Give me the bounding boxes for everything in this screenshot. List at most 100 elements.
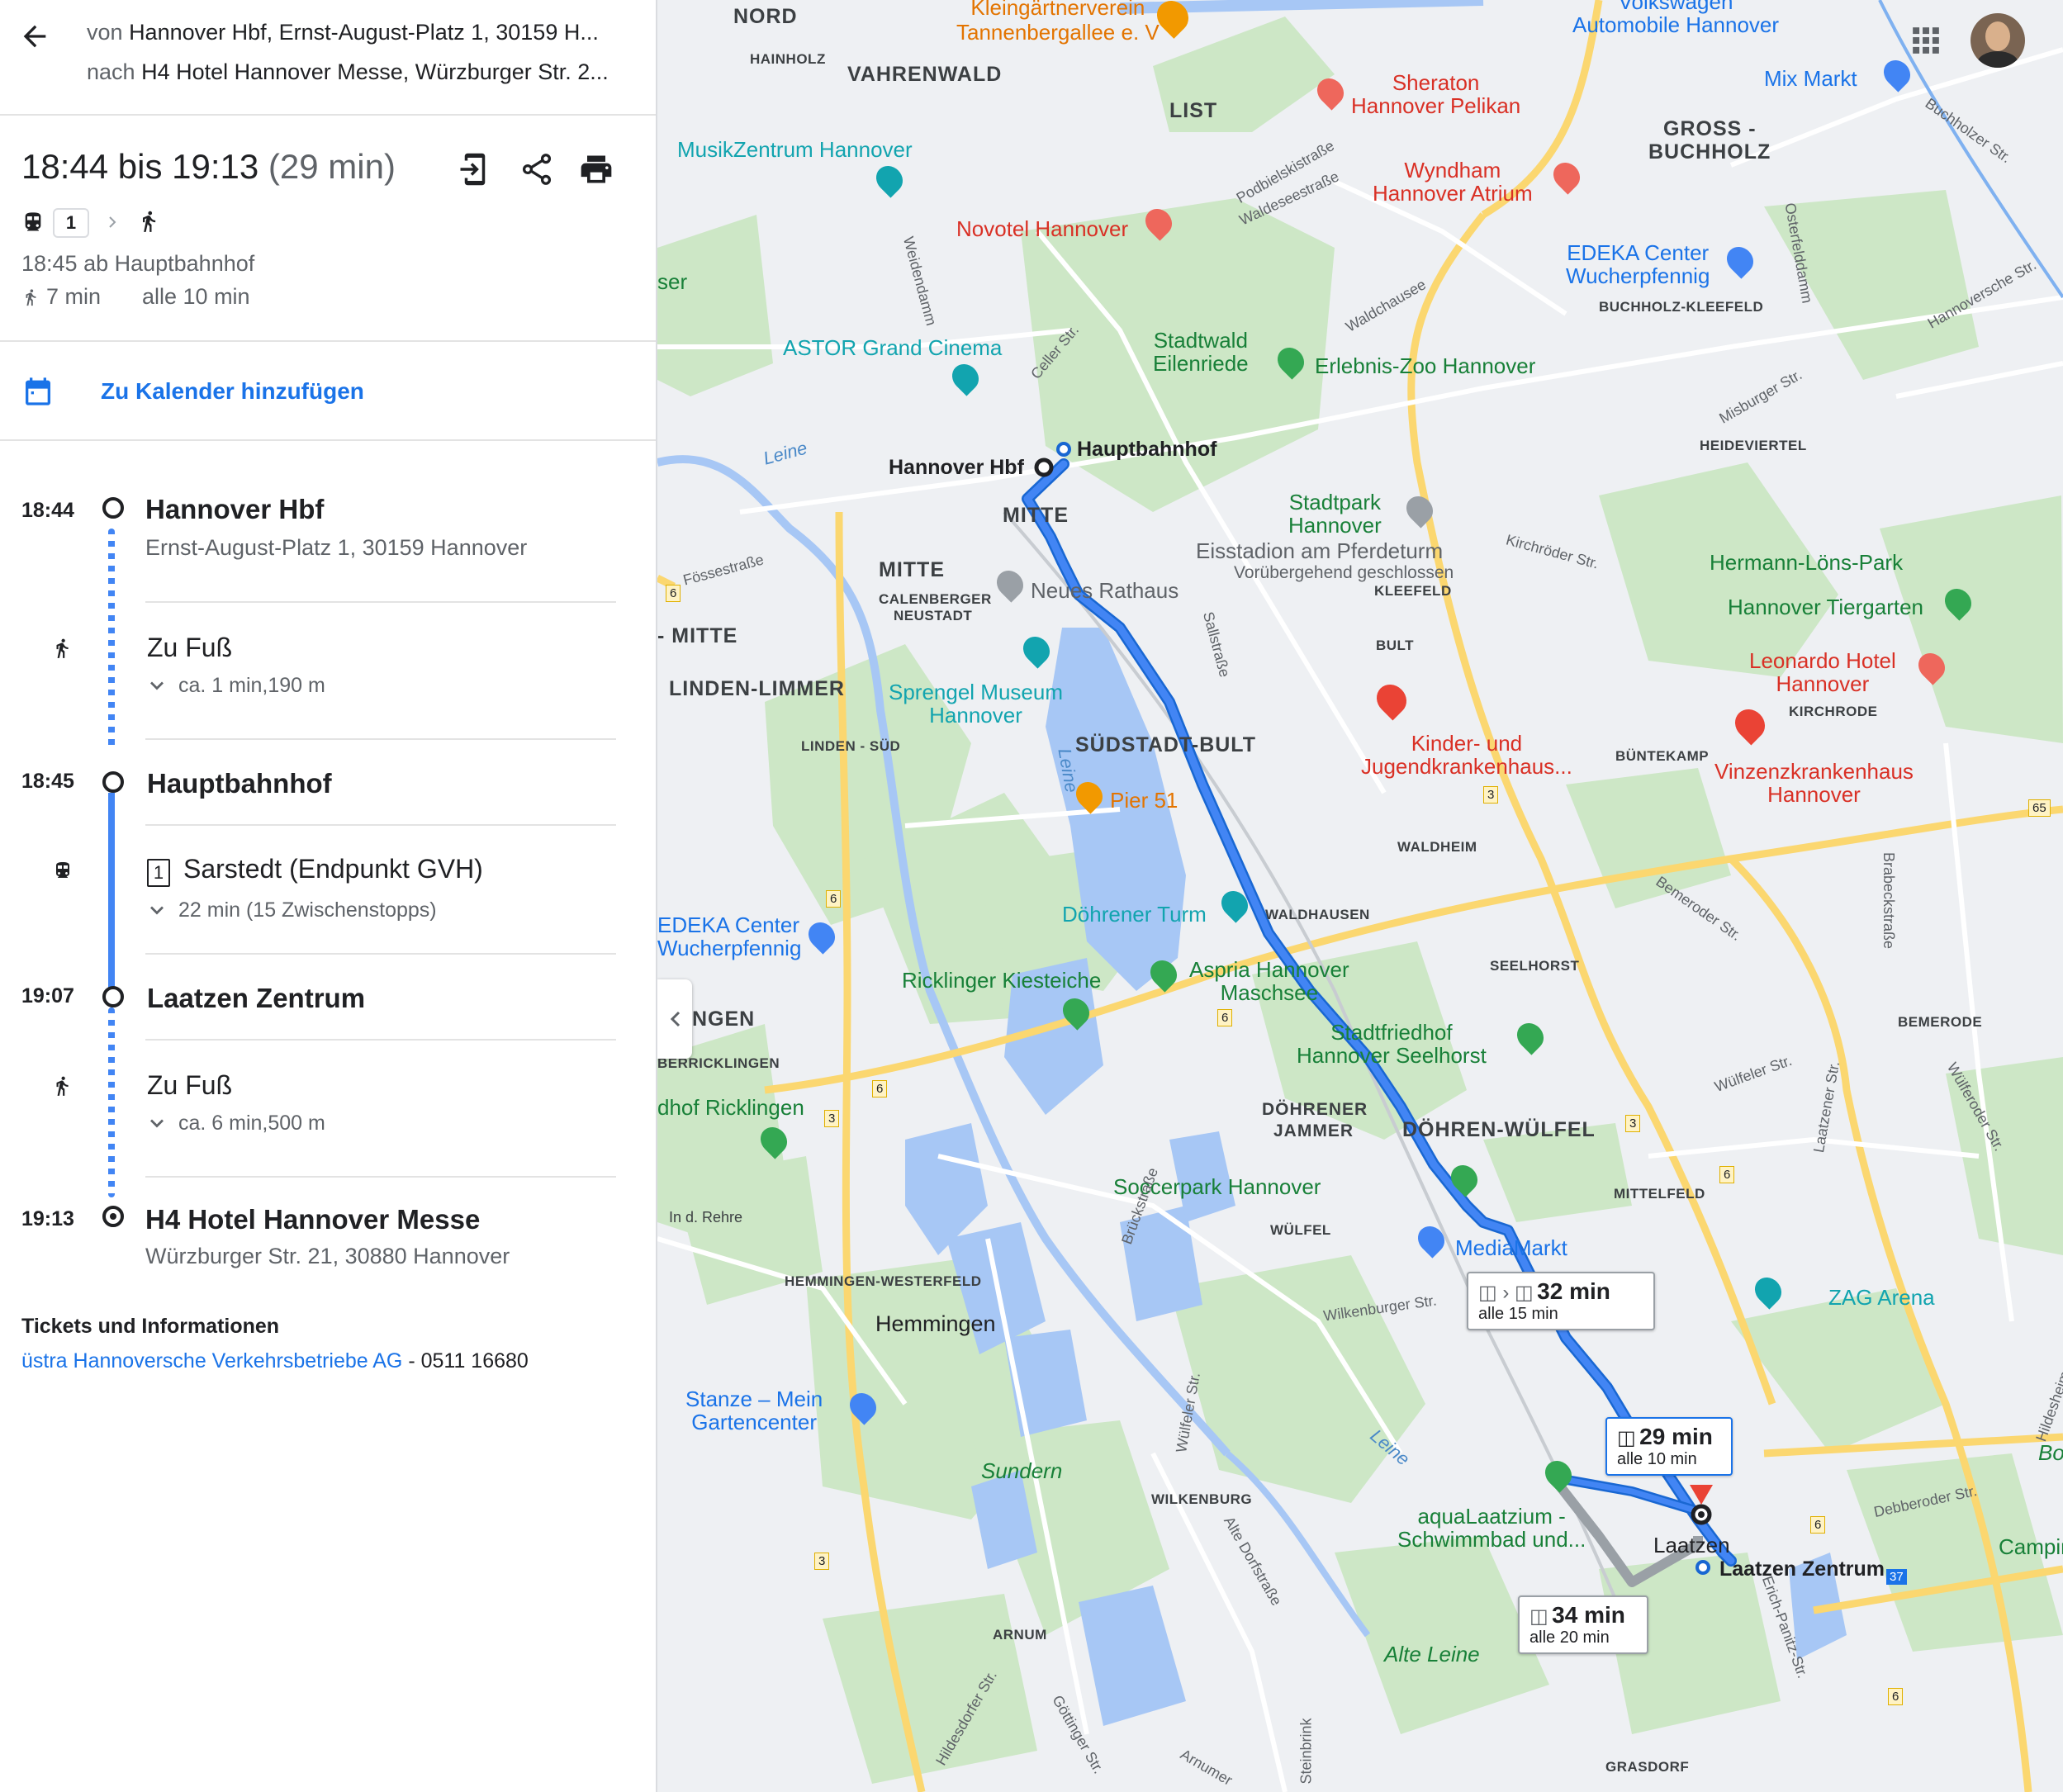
road-number: 3 <box>1483 786 1499 804</box>
map-label: BUCHHOLZ-KLEEFELD <box>1599 299 1764 315</box>
walk-icon <box>56 638 69 658</box>
poi-novotel[interactable]: Novotel Hannover <box>956 216 1128 242</box>
line-badge: 1 <box>147 859 170 887</box>
poi-aspria[interactable]: Aspria Hannover Maschsee <box>1189 958 1349 1004</box>
poi-pier51[interactable]: Pier 51 <box>1110 788 1178 813</box>
poi-kinderkrankenhaus[interactable]: Kinder- und Jugendkrankenhaus... <box>1361 732 1572 778</box>
stop-address: Ernst-August-Platz 1, 30159 Hannover <box>145 535 528 560</box>
road-number: 6 <box>666 585 681 602</box>
walk-duration: 7 min <box>46 284 102 309</box>
avatar[interactable] <box>1971 13 2025 68</box>
poi-rathaus[interactable]: Neues Rathaus <box>1031 578 1179 604</box>
map-label: NGEN <box>692 1007 756 1031</box>
road-number: 6 <box>1217 1009 1233 1026</box>
map-station-label[interactable]: Hauptbahnhof <box>1077 438 1216 462</box>
segment-details[interactable]: ca. 1 min,190 m <box>178 674 325 698</box>
poi-stadtfriedhof[interactable]: Stadtfriedhof Hannover Seelhorst <box>1297 1021 1487 1067</box>
poi-eisstadion[interactable]: Eisstadion am Pferdeturm <box>1196 538 1443 564</box>
poi-stanze[interactable]: Stanze – Mein Gartencenter <box>685 1387 823 1434</box>
poi-astor[interactable]: ASTOR Grand Cinema <box>783 335 1002 361</box>
poi-camping[interactable]: Camping <box>1999 1534 2063 1560</box>
poi-tiergarten[interactable]: Hannover Tiergarten <box>1728 595 1923 620</box>
add-to-calendar-link[interactable]: Zu Kalender hinzufügen <box>101 378 364 405</box>
destination-marker <box>102 1206 124 1227</box>
map-label: GRASDORF <box>1605 1759 1690 1775</box>
poi-stadtwald[interactable]: Stadtwald Eilenriede <box>1153 329 1249 375</box>
route-option-bubble[interactable]: ◫ › ◫ 32 min alle 15 min <box>1467 1272 1655 1330</box>
map-label: WILKENBURG <box>1151 1491 1253 1507</box>
origin-field[interactable]: von Hannover Hbf, Ernst-August-Platz 1, … <box>87 20 624 45</box>
poi-partial[interactable]: ser <box>657 269 687 295</box>
poi-musikzentrum[interactable]: MusikZentrum Hannover <box>677 137 913 163</box>
stop-name[interactable]: Hauptbahnhof <box>147 768 332 799</box>
map-label: NEUSTADT <box>894 608 973 623</box>
map-label: - MITTE <box>657 624 738 647</box>
map-label: KLEEFELD <box>1374 583 1452 599</box>
poi-vinzenzkrankenhaus[interactable]: Vinzenzkrankenhaus Hannover <box>1714 760 1914 806</box>
poi-mediamarkt[interactable]: MediaMarkt <box>1455 1235 1567 1261</box>
poi-aqualaatzium[interactable]: aquaLaatzium - Schwimmbad und... <box>1397 1505 1586 1551</box>
poi-ricklinger-kiesteiche[interactable]: Ricklinger Kiesteiche <box>902 968 1101 993</box>
map-label: BEMERODE <box>1898 1014 1983 1030</box>
chevron-right-icon <box>109 216 116 228</box>
poi-zag-arena[interactable]: ZAG Arena <box>1828 1285 1935 1311</box>
poi-edeka[interactable]: EDEKA Center Wucherpfennig <box>657 913 801 960</box>
stop-name[interactable]: Hannover Hbf <box>145 494 324 525</box>
stop-address: Würzburger Str. 21, 30880 Hannover <box>145 1244 510 1268</box>
poi-doehrener-turm[interactable]: Döhrener Turm <box>1062 902 1207 927</box>
destination-field[interactable]: nach H4 Hotel Hannover Messe, Würzburger… <box>87 59 624 85</box>
transit-direction: Sarstedt (Endpunkt GVH) <box>183 854 483 884</box>
poi-kleingartenverein[interactable]: Kleingärtnerverein Tannenbergallee e. V <box>956 0 1160 45</box>
route-option-bubble-selected[interactable]: ◫ 29 min alle 10 min <box>1605 1417 1733 1476</box>
chevron-down-icon[interactable] <box>145 674 168 697</box>
operator-link[interactable]: üstra Hannoversche Verkehrsbetriebe AG <box>21 1349 402 1372</box>
collapse-panel-button[interactable] <box>657 979 692 1059</box>
map-label: SEELHORST <box>1490 958 1580 974</box>
street-label: Brabeckstraße <box>1880 851 1898 950</box>
segment-details[interactable]: ca. 6 min,500 m <box>178 1112 325 1135</box>
poi-edeka[interactable]: EDEKA Center Wucherpfennig <box>1566 241 1710 287</box>
map-canvas[interactable]: NORD VAHRENWALD LIST GROSS - BUCHHOLZ MI… <box>657 0 2063 1792</box>
segment-title: Zu Fuß <box>147 633 233 662</box>
calendar-icon[interactable] <box>21 373 55 410</box>
map-label: CALENBERGER <box>879 591 992 607</box>
step-time: 19:13 <box>21 1207 74 1230</box>
tickets-info: üstra Hannoversche Verkehrsbetriebe AG -… <box>21 1349 529 1372</box>
poi-mix-markt[interactable]: Mix Markt <box>1764 66 1857 92</box>
print-icon[interactable] <box>578 150 614 188</box>
poi-partial[interactable]: Bo <box>2038 1440 2063 1466</box>
poi-sprengel[interactable]: Sprengel Museum Hannover <box>889 680 1063 727</box>
poi-stadtpark[interactable]: Stadtpark Hannover <box>1288 491 1382 537</box>
map-station-label[interactable]: Laatzen Zentrum <box>1719 1557 1885 1581</box>
chevron-down-icon[interactable] <box>145 898 168 922</box>
back-arrow-icon[interactable] <box>18 20 51 53</box>
poi-sheraton[interactable]: Sheraton Hannover Pelikan <box>1351 71 1520 117</box>
poi-loens-park[interactable]: Hermann-Löns-Park <box>1710 550 1903 576</box>
step-time: 18:45 <box>21 770 74 793</box>
road-number: 3 <box>824 1110 840 1127</box>
map-label: ARNUM <box>993 1627 1047 1643</box>
road-number: 6 <box>872 1080 888 1097</box>
poi-volkswagen[interactable]: Volkswagen Automobile Hannover <box>1572 0 1779 36</box>
poi-leonardo[interactable]: Leonardo Hotel Hannover <box>1749 649 1896 695</box>
poi-wyndham[interactable]: Wyndham Hannover Atrium <box>1373 159 1533 205</box>
route-option-bubble[interactable]: ◫ 34 min alle 20 min <box>1518 1595 1648 1654</box>
poi-zoo[interactable]: Erlebnis-Zoo Hannover <box>1315 353 1535 379</box>
route-time-range: 18:44 bis 19:13 (29 min) <box>21 147 396 186</box>
share-icon[interactable] <box>519 150 555 188</box>
segment-details[interactable]: 22 min (15 Zwischenstopps) <box>178 898 437 922</box>
apps-grid-icon[interactable] <box>1910 25 1942 56</box>
tickets-heading: Tickets und Informationen <box>21 1315 280 1338</box>
map-label: DÖHRENER <box>1262 1100 1368 1119</box>
stop-name[interactable]: Laatzen Zentrum <box>147 983 365 1014</box>
map-label: BUCHHOLZ <box>1648 140 1771 164</box>
map-hbf-label[interactable]: Hannover Hbf <box>889 456 1024 480</box>
map-label: WÜLFEL <box>1270 1222 1331 1238</box>
transit-line <box>108 793 115 988</box>
stop-name[interactable]: H4 Hotel Hannover Messe <box>145 1204 480 1235</box>
send-to-phone-icon[interactable] <box>458 150 492 188</box>
map-label: LIST <box>1169 99 1218 122</box>
poi-friedhof-ricklingen[interactable]: dhof Ricklingen <box>657 1095 804 1121</box>
chevron-down-icon[interactable] <box>145 1112 168 1135</box>
map-label: MITTELFELD <box>1614 1186 1705 1202</box>
